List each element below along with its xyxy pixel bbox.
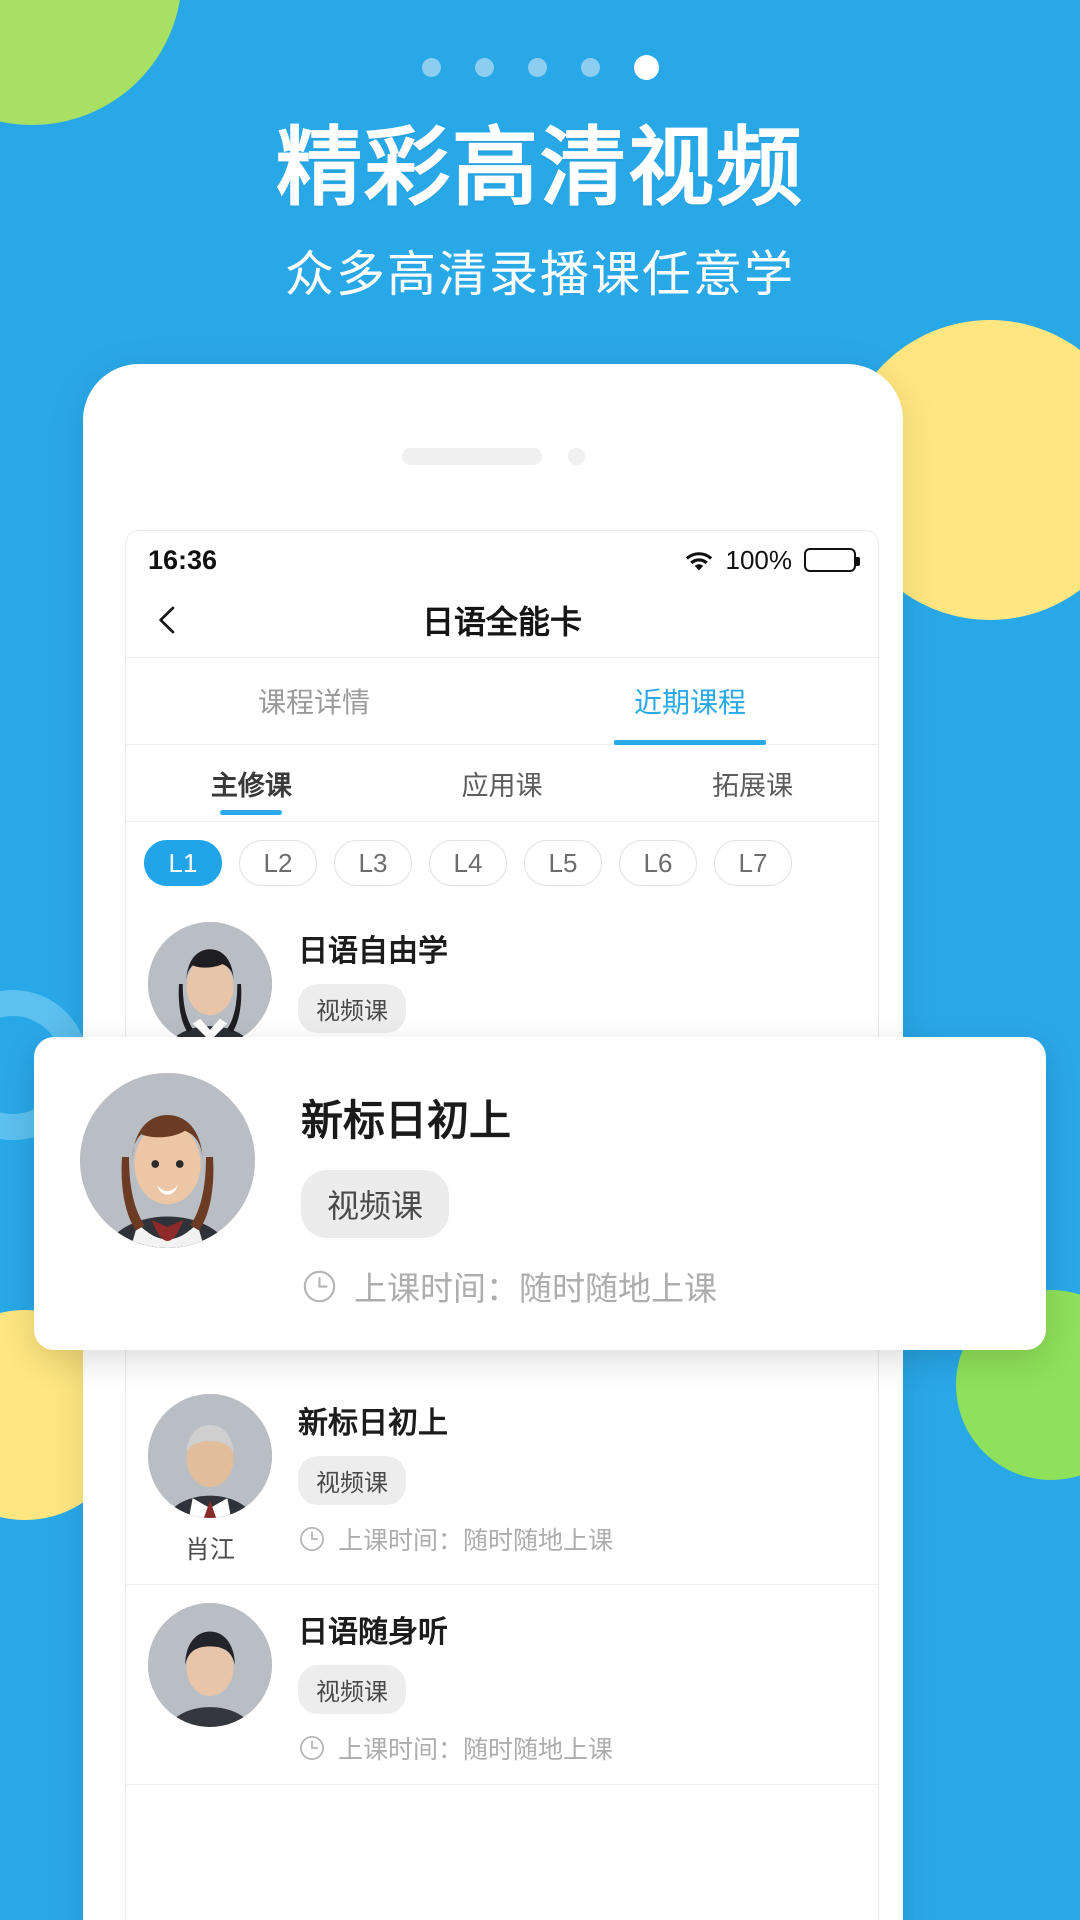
pagination-dot-3[interactable]: [527, 58, 547, 77]
course-time-row: 上课时间：随时随地上课: [298, 1730, 858, 1766]
battery-icon: [804, 548, 860, 572]
course-time-row: 上课时间：随时随地上课: [298, 1521, 858, 1557]
highlighted-course-type-tag: 视频课: [301, 1170, 450, 1238]
level-chip-l2[interactable]: L2: [239, 840, 317, 886]
promo-stage: 精彩高清视频 众多高清录播课任意学 16:36 100% 日语全能卡 课程详情 …: [0, 0, 1080, 1920]
phone-speaker: [401, 448, 542, 465]
clock-icon: [298, 1525, 326, 1553]
level-chip-l6[interactable]: L6: [619, 840, 697, 886]
clock-icon: [298, 1734, 326, 1762]
teacher-name: 肖江: [184, 1536, 235, 1564]
pagination-dot-5[interactable]: [633, 55, 659, 80]
highlighted-course-time-row: 上课时间：随时随地上课: [301, 1262, 1006, 1310]
highlighted-course-body: 新标日初上 视频课 上课时间：随时随地上课: [255, 1073, 1006, 1310]
pagination-dot-4[interactable]: [580, 58, 600, 77]
level-chip-l7[interactable]: L7: [714, 840, 792, 886]
wifi-icon: [684, 549, 714, 571]
course-type-tag: 视频课: [298, 1665, 406, 1714]
promo-subheadline: 众多高清录播课任意学: [284, 248, 795, 303]
level-chip-l5[interactable]: L5: [524, 840, 602, 886]
nav-bar: 日语全能卡: [126, 583, 878, 658]
battery-percent-label: 100%: [725, 544, 793, 575]
pagination-dot-1[interactable]: [421, 58, 441, 77]
course-time-label: 上课时间：随时随地上课: [338, 1527, 614, 1555]
promo-headline: 精彩高清视频: [276, 120, 804, 216]
subtab-applied-course[interactable]: 应用课: [377, 745, 628, 821]
course-body: 新标日初上 视频课 上课时间：随时随地上课: [272, 1394, 858, 1557]
teacher-avatar: [148, 1603, 272, 1727]
course-body: 日语随身听 视频课 上课时间：随时随地上课: [272, 1603, 858, 1766]
course-title: 日语随身听: [298, 1616, 448, 1649]
status-bar-indicators: 100%: [684, 544, 860, 576]
status-bar: 16:36 100%: [126, 531, 878, 583]
highlighted-teacher-avatar: [80, 1073, 255, 1248]
teacher-avatar: [148, 1394, 272, 1518]
phone-notch: [83, 448, 903, 465]
course-title: 日语自由学: [298, 935, 448, 968]
phone-camera: [567, 448, 585, 465]
clock-icon: [301, 1268, 338, 1305]
course-time-label: 上课时间：随时随地上课: [338, 1736, 614, 1764]
back-button[interactable]: [148, 600, 188, 640]
teacher-avatar: [148, 922, 272, 1046]
subtab-extension-course[interactable]: 拓展课: [627, 745, 878, 821]
highlighted-course-title: 新标日初上: [301, 1097, 512, 1144]
status-bar-time: 16:36: [148, 544, 218, 575]
course-type-tag: 视频课: [298, 984, 406, 1033]
course-list-item[interactable]: 日语随身听 视频课 上课时间：随时随地上课: [126, 1585, 878, 1785]
highlighted-course-time-label: 上课时间：随时随地上课: [354, 1270, 717, 1307]
level-chip-l3[interactable]: L3: [334, 840, 412, 886]
pagination-dot-2[interactable]: [474, 58, 494, 77]
tab-recent-courses[interactable]: 近期课程: [502, 658, 878, 744]
avatar-column: [148, 1603, 272, 1739]
course-list-item[interactable]: 肖江 新标日初上 视频课 上课时间：随时随地上课: [126, 1376, 878, 1585]
primary-tabs: 课程详情 近期课程: [126, 658, 878, 745]
course-type-tag: 视频课: [298, 1456, 406, 1505]
level-chip-row[interactable]: L1 L2 L3 L4 L5 L6 L7: [126, 822, 878, 904]
highlighted-course-card[interactable]: 新标日初上 视频课 上课时间：随时随地上课: [34, 1037, 1046, 1350]
course-title: 新标日初上: [298, 1407, 448, 1440]
tab-course-detail[interactable]: 课程详情: [126, 658, 502, 744]
subtab-major-course[interactable]: 主修课: [126, 745, 377, 821]
pagination-dots: [0, 55, 1080, 80]
page-title: 日语全能卡: [421, 604, 582, 640]
level-chip-l4[interactable]: L4: [429, 840, 507, 886]
sub-tabs: 主修课 应用课 拓展课: [126, 745, 878, 822]
avatar-column: 肖江: [148, 1394, 272, 1566]
promo-headline-block: 精彩高清视频 众多高清录播课任意学: [0, 123, 1080, 306]
level-chip-l1[interactable]: L1: [144, 840, 222, 886]
